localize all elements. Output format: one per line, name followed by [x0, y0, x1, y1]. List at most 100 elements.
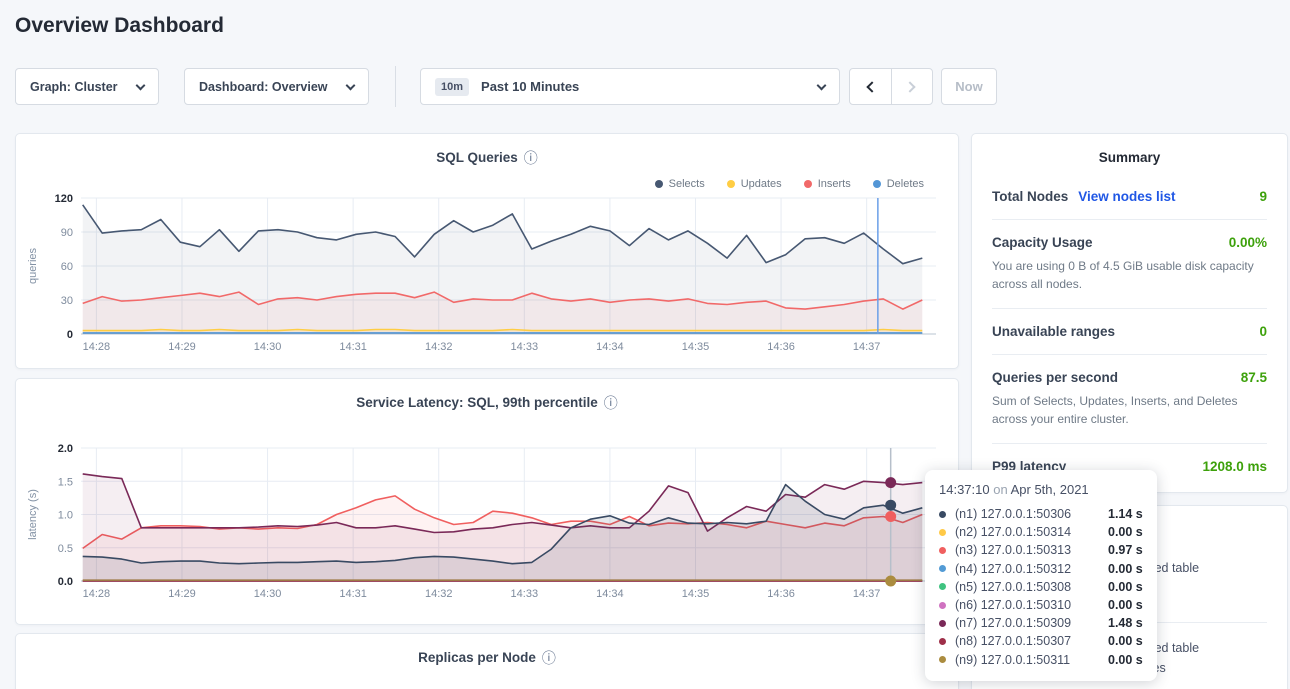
tooltip-node-value: 0.00 s [1108, 598, 1143, 612]
series-dot-icon [939, 565, 946, 572]
summary-divider [992, 308, 1267, 309]
x-tick-label: 14:37 [853, 588, 881, 600]
highlight-dot [885, 477, 896, 488]
sql-queries-chart-card: SQL Queriesⓘ SelectsUpdatesInsertsDelete… [15, 133, 959, 369]
summary-panel: Summary Total Nodes View nodes list 9 Ca… [971, 133, 1288, 493]
y-axis-title: latency (s) [27, 489, 39, 540]
x-tick-label: 14:28 [83, 588, 111, 600]
tooltip-node-label: (n3) 127.0.0.1:50313 [955, 543, 1108, 557]
x-tick-label: 14:33 [511, 588, 539, 600]
y-axis-title: queries [27, 247, 39, 284]
highlight-dot [885, 576, 896, 587]
series-dot-icon [939, 529, 946, 536]
x-tick-label: 14:32 [425, 341, 453, 353]
x-tick-label: 14:30 [254, 341, 282, 353]
summary-row-capacity: Capacity Usage 0.00% [992, 235, 1267, 250]
info-icon[interactable]: ⓘ [542, 648, 556, 668]
service-latency-chart-title: Service Latency: SQL, 99th percentile ⓘ [16, 393, 958, 413]
tooltip-node-label: (n1) 127.0.0.1:50306 [955, 507, 1108, 521]
x-tick-label: 14:29 [168, 341, 196, 353]
tooltip-row: (n6) 127.0.0.1:503100.00 s [939, 596, 1143, 614]
chevron-left-icon [866, 81, 877, 92]
x-tick-label: 14:30 [254, 588, 282, 600]
time-range-label: Past 10 Minutes [481, 79, 579, 94]
highlight-dot [885, 500, 896, 511]
x-tick-label: 14:34 [596, 588, 624, 600]
capacity-usage-value: 0.00% [1229, 235, 1267, 250]
summary-row-qps: Queries per second 87.5 [992, 370, 1267, 385]
tooltip-rows: (n1) 127.0.0.1:503061.14 s(n2) 127.0.0.1… [939, 505, 1143, 669]
info-icon[interactable]: ⓘ [604, 393, 618, 413]
now-button[interactable]: Now [941, 68, 997, 105]
summary-row-unavailable-ranges: Unavailable ranges 0 [992, 324, 1267, 339]
dashboard-dropdown-label: Dashboard: Overview [199, 80, 328, 94]
sql-queries-chart-title: SQL Queriesⓘ [16, 148, 958, 168]
total-nodes-value: 9 [1259, 189, 1267, 204]
y-tick-label: 90 [61, 227, 73, 239]
tooltip-node-label: (n7) 127.0.0.1:50309 [955, 616, 1108, 630]
x-tick-label: 14:35 [682, 341, 710, 353]
p99-latency-value: 1208.0 ms [1202, 459, 1267, 474]
qps-label: Queries per second [992, 370, 1118, 385]
x-tick-label: 14:32 [425, 588, 453, 600]
y-tick-label: 30 [61, 295, 73, 307]
series-dot-icon [939, 583, 946, 590]
x-tick-label: 14:35 [682, 588, 710, 600]
tooltip-node-label: (n2) 127.0.0.1:50314 [955, 525, 1108, 539]
y-tick-label: 2.0 [58, 443, 73, 455]
capacity-usage-description: You are using 0 B of 4.5 GiB usable disk… [992, 257, 1267, 293]
tooltip-timestamp: 14:37:10 on Apr 5th, 2021 [939, 482, 1143, 497]
tooltip-node-value: 1.14 s [1108, 507, 1143, 521]
qps-description: Sum of Selects, Updates, Inserts, and De… [992, 392, 1267, 428]
replicas-per-node-chart-card: Replicas per Nodeⓘ [15, 633, 959, 689]
x-tick-label: 14:31 [339, 588, 367, 600]
summary-divider [992, 354, 1267, 355]
tooltip-row: (n8) 127.0.0.1:503070.00 s [939, 632, 1143, 650]
replicas-per-node-chart-title: Replicas per Nodeⓘ [16, 648, 958, 668]
x-tick-label: 14:36 [767, 341, 795, 353]
tooltip-node-label: (n5) 127.0.0.1:50308 [955, 580, 1108, 594]
time-back-button[interactable] [850, 69, 891, 104]
highlight-dot [885, 511, 896, 522]
tooltip-node-value: 0.00 s [1108, 562, 1143, 576]
summary-divider [992, 443, 1267, 444]
tooltip-date: Apr 5th, 2021 [1011, 482, 1089, 497]
controls-divider [395, 66, 396, 107]
series-dot-icon [939, 602, 946, 609]
sql-queries-chart[interactable]: 14:2814:2914:3014:3114:3214:3314:3414:35… [16, 170, 960, 368]
unavailable-ranges-label: Unavailable ranges [992, 324, 1115, 339]
y-tick-label: 1.5 [58, 476, 73, 488]
x-tick-label: 14:31 [339, 341, 367, 353]
chart-title-text: Service Latency: SQL, 99th percentile [356, 395, 598, 410]
tooltip-row: (n9) 127.0.0.1:503110.00 s [939, 651, 1143, 669]
qps-value: 87.5 [1241, 370, 1267, 385]
info-icon[interactable]: ⓘ [524, 148, 538, 168]
graph-dropdown-label: Graph: Cluster [30, 80, 118, 94]
x-tick-label: 14:34 [596, 341, 624, 353]
time-range-dropdown[interactable]: 10m Past 10 Minutes [420, 68, 840, 105]
graph-dropdown[interactable]: Graph: Cluster [15, 68, 159, 105]
tooltip-row: (n7) 127.0.0.1:503091.48 s [939, 614, 1143, 632]
dashboard-dropdown[interactable]: Dashboard: Overview [184, 68, 369, 105]
tooltip-node-label: (n4) 127.0.0.1:50312 [955, 562, 1108, 576]
view-nodes-list-link[interactable]: View nodes list [1078, 189, 1175, 204]
tooltip-time: 14:37:10 [939, 482, 990, 497]
y-tick-label: 1.0 [58, 510, 73, 522]
tooltip-row: (n2) 127.0.0.1:503140.00 s [939, 523, 1143, 541]
summary-divider [992, 219, 1267, 220]
y-tick-label: 120 [55, 193, 73, 205]
tooltip-row: (n4) 127.0.0.1:503120.00 s [939, 560, 1143, 578]
x-tick-label: 14:33 [511, 341, 539, 353]
time-forward-button[interactable] [891, 69, 933, 104]
total-nodes-label: Total Nodes [992, 189, 1068, 204]
time-step-group [849, 68, 933, 105]
x-tick-label: 14:36 [767, 588, 795, 600]
capacity-usage-label: Capacity Usage [992, 235, 1093, 250]
unavailable-ranges-value: 0 [1259, 324, 1267, 339]
tooltip-row: (n1) 127.0.0.1:503061.14 s [939, 505, 1143, 523]
service-latency-chart[interactable]: 14:2814:2914:3014:3114:3214:3314:3414:35… [16, 415, 960, 624]
y-tick-label: 0.5 [58, 543, 73, 555]
tooltip-node-label: (n6) 127.0.0.1:50310 [955, 598, 1108, 612]
tooltip-node-value: 0.00 s [1108, 525, 1143, 539]
summary-row-total-nodes: Total Nodes View nodes list 9 [992, 189, 1267, 204]
